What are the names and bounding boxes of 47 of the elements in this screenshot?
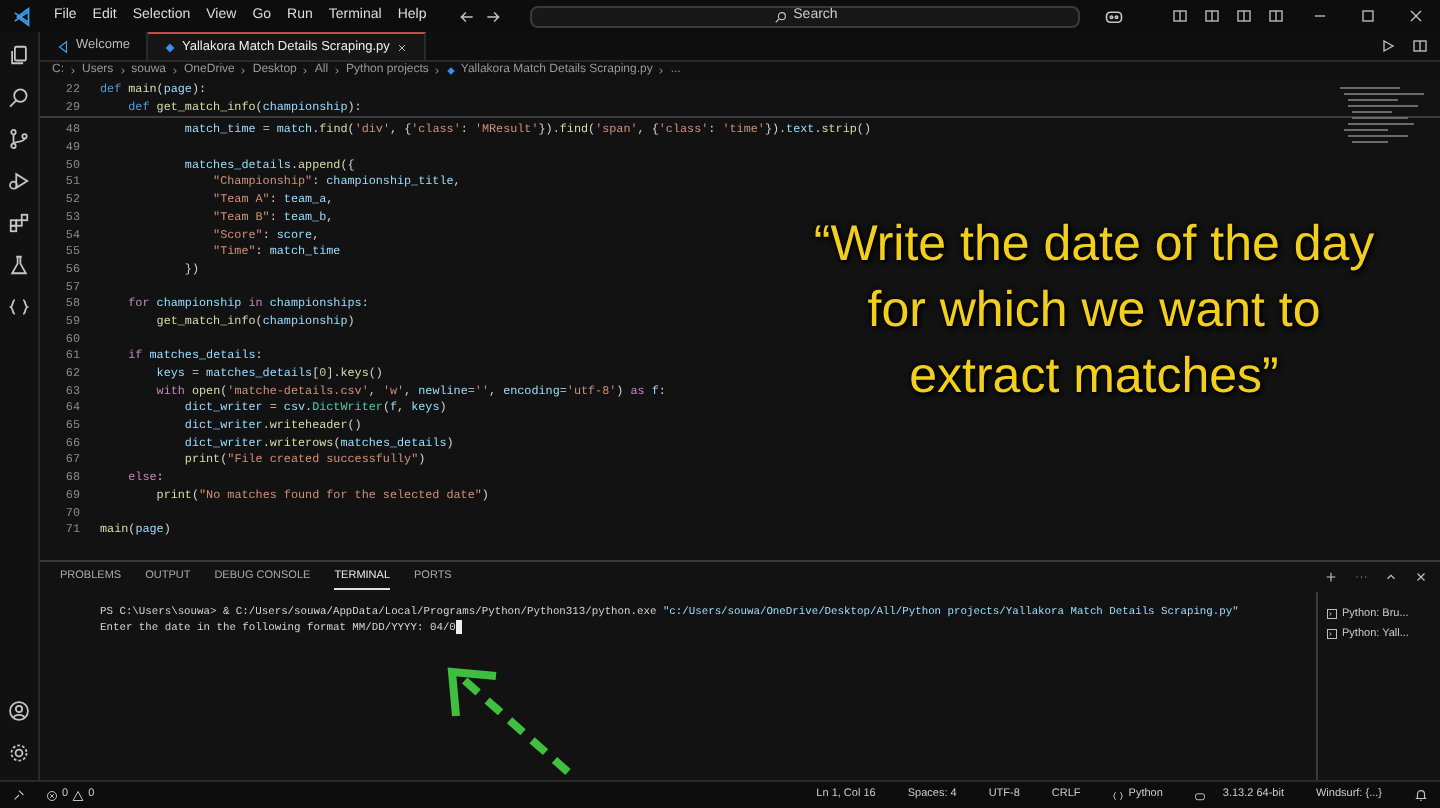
close-icon[interactable] bbox=[395, 41, 408, 53]
search-icon[interactable] bbox=[8, 86, 30, 108]
new-terminal-icon[interactable] bbox=[1324, 570, 1338, 584]
run-icon[interactable] bbox=[1380, 38, 1396, 54]
close-icon[interactable] bbox=[1408, 8, 1424, 24]
maximize-panel-icon[interactable] bbox=[1384, 570, 1398, 584]
braces-icon bbox=[1112, 789, 1125, 801]
braces-icon[interactable] bbox=[8, 296, 30, 318]
chevron-icon bbox=[332, 66, 343, 76]
terminal-icon bbox=[1326, 608, 1338, 621]
back-arrow-icon[interactable] bbox=[458, 7, 477, 25]
forward-arrow-icon[interactable] bbox=[484, 7, 503, 25]
search-icon bbox=[773, 9, 788, 23]
terminal-icon bbox=[1326, 628, 1338, 641]
maximize-icon[interactable] bbox=[1360, 8, 1376, 24]
remote-icon[interactable] bbox=[12, 788, 26, 802]
chevron-icon bbox=[432, 66, 443, 76]
copilot-icon bbox=[1194, 789, 1207, 801]
vscode-logo-icon bbox=[56, 39, 70, 53]
chevron-icon bbox=[117, 66, 128, 76]
sidebar-toggle-icon[interactable] bbox=[1204, 8, 1220, 24]
close-icon[interactable] bbox=[1414, 570, 1428, 584]
python-file-icon bbox=[163, 41, 176, 53]
warning-icon bbox=[72, 789, 85, 801]
vscode-logo-icon bbox=[12, 5, 34, 27]
source-control-icon[interactable] bbox=[8, 128, 30, 150]
python-file-icon bbox=[446, 66, 457, 76]
explorer-icon[interactable] bbox=[8, 44, 30, 66]
run-debug-icon[interactable] bbox=[8, 170, 30, 192]
copilot-icon[interactable] bbox=[1104, 6, 1125, 26]
layout-icon[interactable] bbox=[1172, 8, 1188, 24]
panel-toggle-icon[interactable] bbox=[1236, 8, 1252, 24]
arrow-drawing bbox=[444, 664, 576, 780]
error-icon bbox=[46, 789, 58, 801]
chevron-icon bbox=[238, 66, 249, 76]
annotation-text: “Write the date of the day for which we want to extract matches” bbox=[811, 214, 1377, 408]
chevron-icon bbox=[656, 66, 667, 76]
extensions-icon[interactable] bbox=[8, 212, 30, 234]
account-icon[interactable] bbox=[8, 700, 30, 722]
split-editor-icon[interactable] bbox=[1412, 38, 1428, 54]
bell-icon[interactable] bbox=[1414, 788, 1428, 802]
flask-icon[interactable] bbox=[8, 254, 30, 276]
settings-icon[interactable] bbox=[8, 742, 30, 764]
secondary-sidebar-icon[interactable] bbox=[1268, 8, 1284, 24]
chevron-icon bbox=[68, 66, 78, 76]
chevron-icon bbox=[300, 66, 311, 76]
chevron-icon bbox=[170, 66, 181, 76]
